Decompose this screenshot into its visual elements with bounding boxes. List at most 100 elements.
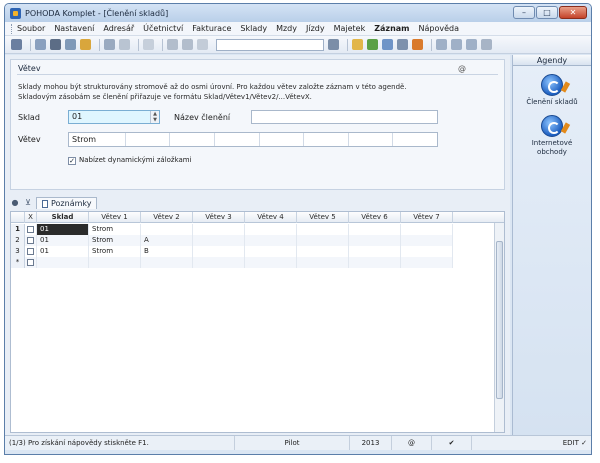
save-as-icon[interactable]	[182, 39, 193, 50]
calculator-icon[interactable]	[397, 39, 408, 50]
table-row[interactable]: 1 01 Strom	[11, 224, 504, 235]
cell-vetev-6[interactable]	[349, 257, 401, 268]
cell-vetev-7[interactable]	[401, 235, 453, 246]
row-checkbox-cell[interactable]	[25, 246, 37, 257]
edit-icon[interactable]	[119, 39, 130, 50]
agenda-item-cleneni-skladu[interactable]: Členění skladů	[513, 74, 591, 107]
row-checkbox-cell[interactable]	[25, 257, 37, 268]
row-checkbox[interactable]	[27, 237, 34, 244]
vetev-field-2[interactable]	[126, 133, 171, 146]
at-icon[interactable]: @	[458, 64, 466, 73]
row-checkbox-cell[interactable]	[25, 224, 37, 235]
vetev-field-8[interactable]	[393, 133, 437, 146]
tab-poznamky[interactable]: Poznámky	[36, 197, 98, 209]
cell-sklad[interactable]: 01	[37, 246, 89, 257]
cell-vetev-5[interactable]	[297, 224, 349, 235]
nazev-field[interactable]	[251, 110, 438, 124]
cell-vetev-2[interactable]: B	[141, 246, 193, 257]
close-button[interactable]: ✕	[559, 6, 587, 19]
table-row[interactable]: 2 01 Strom A	[11, 235, 504, 246]
dynamic-tabs-checkbox[interactable]: ✓	[68, 157, 76, 165]
menu-mzdy[interactable]: Mzdy	[276, 24, 297, 33]
tree-icon[interactable]	[11, 39, 22, 50]
new-record-icon[interactable]	[35, 39, 46, 50]
copy-record-icon[interactable]	[104, 39, 115, 50]
clipboard-icon[interactable]	[197, 39, 208, 50]
back-icon[interactable]	[143, 39, 154, 50]
menu-zaznam[interactable]: Záznam	[374, 24, 409, 33]
col-x[interactable]: X	[25, 212, 37, 223]
col-vetev-4[interactable]: Větev 4	[245, 212, 297, 223]
pin-icon[interactable]: ●	[10, 198, 20, 208]
export-icon[interactable]	[80, 39, 91, 50]
row-checkbox[interactable]	[27, 259, 34, 266]
col-vetev-2[interactable]: Větev 2	[141, 212, 193, 223]
row-checkbox-cell[interactable]	[25, 235, 37, 246]
agenda-item-internetove-obchody[interactable]: Internetové obchody	[513, 115, 591, 157]
menu-adresar[interactable]: Adresář	[103, 24, 134, 33]
cell-vetev-3[interactable]	[193, 246, 245, 257]
filter-icon[interactable]	[328, 39, 339, 50]
cell-vetev-7[interactable]	[401, 257, 453, 268]
cell-vetev-7[interactable]	[401, 224, 453, 235]
save-icon[interactable]	[167, 39, 178, 50]
cell-vetev-1[interactable]: Strom	[89, 246, 141, 257]
vetev-field-5[interactable]	[260, 133, 305, 146]
sklad-spinner[interactable]: ▲ ▼	[150, 111, 159, 123]
panel-icon[interactable]	[466, 39, 477, 50]
menu-sklady[interactable]: Sklady	[240, 24, 267, 33]
menu-napoveda[interactable]: Nápověda	[419, 24, 460, 33]
row-checkbox[interactable]	[27, 226, 34, 233]
cell-vetev-3[interactable]	[193, 224, 245, 235]
cell-vetev-4[interactable]	[245, 235, 297, 246]
row-checkbox[interactable]	[27, 248, 34, 255]
print-preview-icon[interactable]	[65, 39, 76, 50]
cell-vetev-4[interactable]	[245, 246, 297, 257]
maximize-button[interactable]: □	[536, 6, 558, 19]
cell-sklad[interactable]: 01	[37, 224, 89, 235]
help-icon[interactable]	[481, 39, 492, 50]
col-sklad[interactable]: Sklad	[37, 212, 89, 223]
cell-sklad[interactable]: 01	[37, 235, 89, 246]
vetev-field-4[interactable]	[215, 133, 260, 146]
cell-vetev-5[interactable]	[297, 235, 349, 246]
col-vetev-7[interactable]: Větev 7	[401, 212, 453, 223]
cell-vetev-2[interactable]: A	[141, 235, 193, 246]
cell-vetev-2[interactable]	[141, 257, 193, 268]
col-vetev-5[interactable]: Větev 5	[297, 212, 349, 223]
col-vetev-1[interactable]: Větev 1	[89, 212, 141, 223]
menu-jizdy[interactable]: Jízdy	[306, 24, 325, 33]
title-bar[interactable]: POHODA Komplet - [Členění skladů] – □ ✕	[5, 4, 591, 22]
vetev-field-6[interactable]	[304, 133, 349, 146]
scrollbar-thumb[interactable]	[496, 241, 503, 399]
vertical-scrollbar[interactable]	[494, 223, 504, 432]
menu-majetek[interactable]: Majetek	[334, 24, 366, 33]
cell-vetev-4[interactable]	[245, 224, 297, 235]
window-icon[interactable]	[436, 39, 447, 50]
menu-ucetnictvi[interactable]: Účetnictví	[143, 24, 183, 33]
cell-vetev-6[interactable]	[349, 235, 401, 246]
sklad-field[interactable]: 01 ▲ ▼	[68, 110, 160, 124]
cell-vetev-3[interactable]	[193, 257, 245, 268]
cell-vetev-5[interactable]	[297, 246, 349, 257]
refresh-icon[interactable]	[367, 39, 378, 50]
toolbar-combo[interactable]	[216, 38, 324, 51]
cell-vetev-5[interactable]	[297, 257, 349, 268]
col-vetev-6[interactable]: Větev 6	[349, 212, 401, 223]
cell-vetev-6[interactable]	[349, 246, 401, 257]
cell-sklad[interactable]	[37, 257, 89, 268]
cell-vetev-1[interactable]: Strom	[89, 224, 141, 235]
cell-vetev-3[interactable]	[193, 235, 245, 246]
cell-vetev-2[interactable]	[141, 224, 193, 235]
menu-soubor[interactable]: Soubor	[17, 24, 45, 33]
grid-icon[interactable]	[382, 39, 393, 50]
menu-fakturace[interactable]: Fakturace	[192, 24, 231, 33]
table-row[interactable]: 3 01 Strom B	[11, 246, 504, 257]
menu-nastaveni[interactable]: Nastavení	[54, 24, 94, 33]
table-row-new[interactable]: *	[11, 257, 504, 268]
print-icon[interactable]	[50, 39, 61, 50]
filter-tab-icon[interactable]: ⊻	[23, 198, 33, 208]
col-vetev-3[interactable]: Větev 3	[193, 212, 245, 223]
minimize-button[interactable]: –	[513, 6, 535, 19]
users-icon[interactable]	[412, 39, 423, 50]
